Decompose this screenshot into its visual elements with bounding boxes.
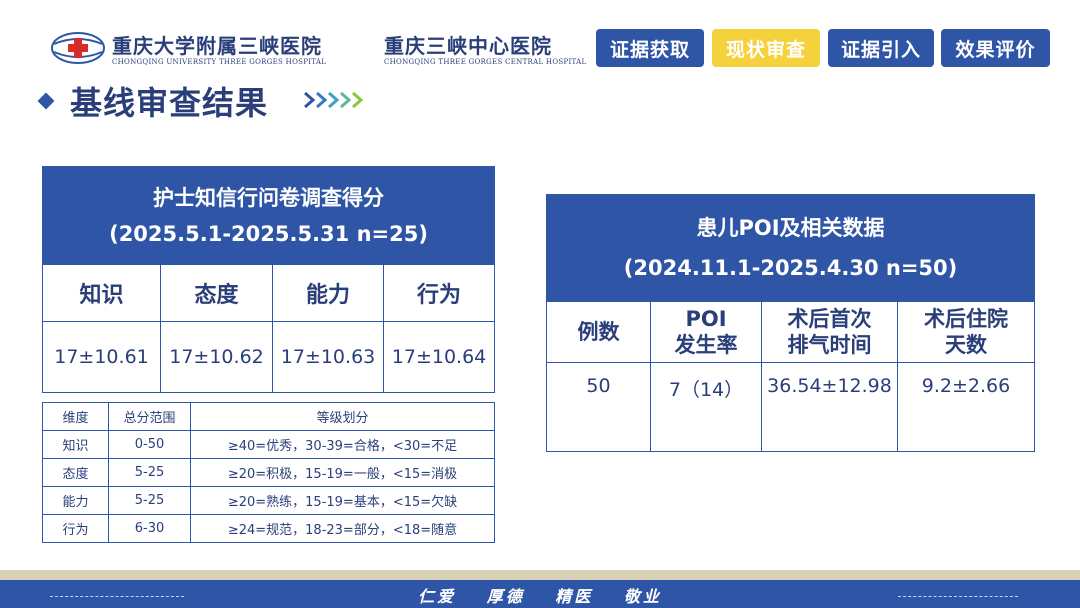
column-header-behavior: 行为 xyxy=(382,264,496,322)
nurse-table-title: 护士知信行问卷调查得分 xyxy=(153,185,385,210)
grade-levels: ≥20=熟练，15-19=基本，<15=欠缺 xyxy=(190,486,495,515)
column-header-first-flatus-time: 术后首次 排气时间 xyxy=(761,301,898,363)
hospital-logo-icon xyxy=(51,32,105,64)
chevrons-right-icon xyxy=(304,91,364,109)
hospital-name-2-cn: 重庆三峡中心医院 xyxy=(384,34,552,58)
hospital-name-2: 重庆三峡中心医院 CHONGQING THREE GORGES CENTRAL … xyxy=(384,34,586,67)
grade-range: 6-30 xyxy=(108,514,191,543)
tab-evidence-introduction[interactable]: 证据引入 xyxy=(828,29,934,67)
section-title: 基线审查结果 xyxy=(70,84,269,122)
grade-levels: ≥40=优秀，30-39=合格，<30=不足 xyxy=(190,430,495,459)
column-header-line: 发生率 xyxy=(674,333,738,357)
diamond-icon xyxy=(37,92,55,110)
hospital-stay-value: 9.2±2.66 xyxy=(896,362,1036,452)
column-header-case-count: 例数 xyxy=(546,301,651,363)
ability-score: 17±10.63 xyxy=(272,321,384,393)
column-header-line: 排气时间 xyxy=(787,333,872,357)
hospital-name-1-en: CHONGQING UNIVERSITY THREE GORGES HOSPIT… xyxy=(112,58,327,66)
column-header-hospital-stay: 术后住院 天数 xyxy=(896,301,1036,363)
behavior-score: 17±10.64 xyxy=(382,321,496,393)
poi-table-title: 患儿POI及相关数据 xyxy=(696,216,885,240)
table-row: 知识 0-50 ≥40=优秀，30-39=合格，<30=不足 xyxy=(42,430,495,459)
poi-rate-value: 7（14） xyxy=(650,362,762,452)
table-row: 态度 5-25 ≥20=积极，15-19=一般，<15=消极 xyxy=(42,458,495,487)
column-header-knowledge: 知识 xyxy=(42,264,161,322)
tab-evidence-acquisition[interactable]: 证据获取 xyxy=(596,29,704,67)
knowledge-score: 17±10.61 xyxy=(42,321,161,393)
hospital-name-1-cn: 重庆大学附属三峡医院 xyxy=(112,34,322,58)
column-header-line: 术后首次 xyxy=(787,307,872,331)
grade-dimension: 行为 xyxy=(42,514,109,543)
first-flatus-time-value: 36.54±12.98 xyxy=(761,362,898,452)
grade-range: 5-25 xyxy=(108,458,191,487)
grade-levels: ≥20=积极，15-19=一般，<15=消极 xyxy=(190,458,495,487)
nurse-kap-score-table: 护士知信行问卷调查得分 (2025.5.1-2025.5.31 n=25) 知识… xyxy=(41,166,496,393)
column-header-line: POI xyxy=(685,307,727,331)
column-header-poi-rate: POI 发生率 xyxy=(650,301,762,363)
column-header-line: 术后住院 xyxy=(924,307,1009,331)
hospital-name-1: 重庆大学附属三峡医院 CHONGQING UNIVERSITY THREE GO… xyxy=(112,34,326,67)
grading-criteria-table: 维度 总分范围 等级划分 知识 0-50 ≥40=优秀，30-39=合格，<30… xyxy=(42,402,495,543)
grade-range: 0-50 xyxy=(108,430,191,459)
grade-header-dimension: 维度 xyxy=(42,402,109,431)
grade-dimension: 能力 xyxy=(42,486,109,515)
column-header-line: 例数 xyxy=(577,320,620,344)
footer-motto: 仁爱 厚德 精医 敬业 xyxy=(418,587,662,606)
grade-range: 5-25 xyxy=(108,486,191,515)
grade-dimension: 知识 xyxy=(42,430,109,459)
poi-data-table: 患儿POI及相关数据 (2024.11.1-2025.4.30 n=50) 例数… xyxy=(545,194,1036,452)
hospital-name-2-en: CHONGQING THREE GORGES CENTRAL HOSPITAL xyxy=(384,58,587,66)
table-row: 行为 6-30 ≥24=规范，18-23=部分，<18=随意 xyxy=(42,514,495,543)
table-row: 能力 5-25 ≥20=熟练，15-19=基本，<15=欠缺 xyxy=(42,486,495,515)
tab-status-review[interactable]: 现状审查 xyxy=(712,29,820,67)
case-count-value: 50 xyxy=(546,362,651,452)
attitude-score: 17±10.62 xyxy=(160,321,273,393)
grade-levels: ≥24=规范，18-23=部分，<18=随意 xyxy=(190,514,495,543)
poi-table-subtitle: (2024.11.1-2025.4.30 n=50) xyxy=(623,256,958,280)
column-header-attitude: 态度 xyxy=(160,264,273,322)
column-header-line: 天数 xyxy=(945,333,988,357)
column-header-ability: 能力 xyxy=(272,264,384,322)
poi-table-header: 患儿POI及相关数据 (2024.11.1-2025.4.30 n=50) xyxy=(545,194,1036,302)
grade-header-levels: 等级划分 xyxy=(190,402,495,431)
grade-header-range: 总分范围 xyxy=(108,402,191,431)
footer-accent-band xyxy=(0,570,1080,580)
nurse-table-header: 护士知信行问卷调查得分 (2025.5.1-2025.5.31 n=25) xyxy=(41,166,496,265)
nurse-table-subtitle: (2025.5.1-2025.5.31 n=25) xyxy=(109,221,428,246)
grade-dimension: 态度 xyxy=(42,458,109,487)
tab-effect-evaluation[interactable]: 效果评价 xyxy=(941,29,1050,67)
